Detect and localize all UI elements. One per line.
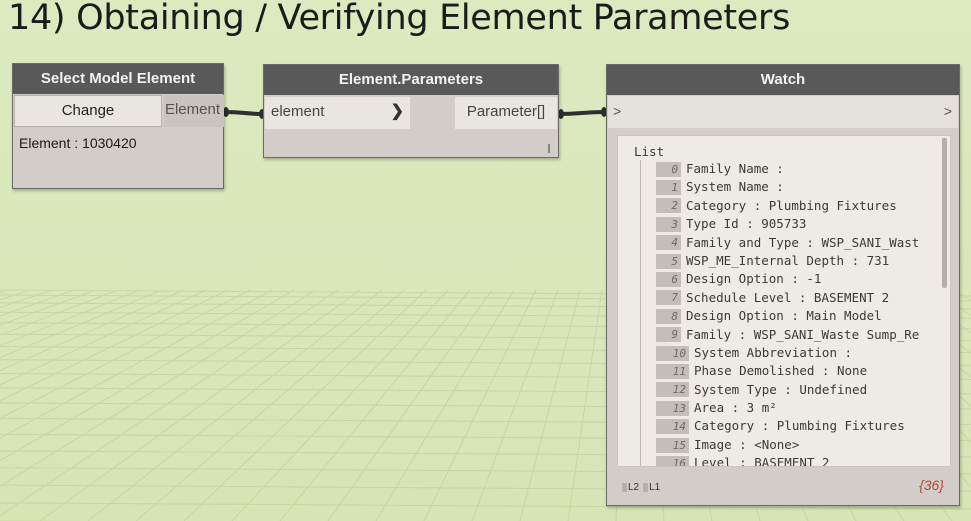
list-item: 3 Type Id : 905733	[656, 215, 938, 233]
list-item: 9 Family : WSP_SANI_Waste Sump_Re	[656, 326, 938, 344]
level-indicator: L2	[622, 482, 639, 493]
list-item: 8 Design Option : Main Model	[656, 307, 938, 325]
chevron-right-icon: ❯	[390, 103, 404, 120]
list-item: 0 Family Name :	[656, 160, 938, 178]
node-title[interactable]: Watch	[607, 65, 959, 95]
list-item-index: 10	[656, 345, 689, 361]
level-label: L1	[649, 482, 661, 493]
wire-parameters	[557, 110, 607, 116]
list-item: 14 Category : Plumbing Fixtures	[656, 417, 938, 435]
list-item-index: 2	[656, 198, 681, 214]
element-value: Element : 1030420	[19, 135, 137, 151]
watch-footer: L2 L1 {36}	[608, 470, 958, 504]
watch-input-port[interactable]: >	[613, 103, 621, 119]
list-item-text: Category : Plumbing Fixtures	[694, 418, 905, 434]
element-parameters-node[interactable]: Element.Parameters element ❯ Parameter[]	[263, 64, 559, 158]
change-button[interactable]: Change	[14, 95, 162, 127]
level-swatch-icon	[643, 483, 649, 492]
node-title[interactable]: Element.Parameters	[264, 65, 558, 95]
list-item-index: 8	[656, 308, 681, 324]
list-item-index: 7	[656, 290, 681, 306]
watch-ports: > >	[608, 96, 958, 128]
list-item-index: 3	[656, 216, 681, 232]
list-item-index: 9	[656, 327, 681, 343]
list-item-text: Design Option : -1	[686, 271, 822, 287]
list-levels: L2 L1	[622, 482, 660, 493]
list-item: 10 System Abbreviation :	[656, 344, 938, 362]
list-item: 6 Design Option : -1	[656, 270, 938, 288]
node-title[interactable]: Select Model Element	[13, 64, 223, 94]
watch-output-port[interactable]: >	[944, 103, 952, 119]
list-item-text: Image : <None>	[694, 436, 800, 452]
list-item: 4 Family and Type : WSP_SANI_Wast	[656, 234, 938, 252]
watch-preview-panel[interactable]: List 0 Family Name : 1 System Name : 2 Catego…	[617, 135, 951, 467]
list-item-text: System Name :	[686, 179, 784, 195]
list-item-index: 6	[656, 272, 681, 288]
list-item-text: Phase Demolished : None	[694, 363, 868, 379]
list-item-text: Level : BASEMENT 2	[694, 455, 830, 467]
list-item-index: 16	[656, 455, 689, 466]
input-port-label: element	[271, 103, 325, 120]
list-item: 5 WSP_ME_Internal Depth : 731	[656, 252, 938, 270]
list-item-text: Family and Type : WSP_SANI_Wast	[686, 234, 920, 250]
list-item-text: Family Name :	[686, 161, 784, 176]
list-item-index: 15	[656, 437, 689, 453]
list-item-text: Schedule Level : BASEMENT 2	[686, 289, 890, 305]
list-item-index: 0	[656, 161, 681, 177]
list-item-text: System Type : Undefined	[694, 381, 868, 397]
list-item: 1 System Name :	[656, 178, 938, 196]
list-item-text: System Abbreviation :	[694, 344, 853, 360]
list-items: 0 Family Name : 1 System Name : 2 Category : …	[656, 160, 938, 467]
list-item-text: Family : WSP_SANI_Waste Sump_Re	[686, 326, 920, 342]
list-item-index: 13	[656, 400, 689, 416]
vertical-scrollbar[interactable]	[942, 138, 947, 288]
select-model-element-node[interactable]: Select Model Element Change Element Elem…	[12, 63, 224, 189]
list-item: 15 Image : <None>	[656, 436, 938, 454]
list-item-index: 1	[656, 180, 681, 196]
level-swatch-icon	[622, 483, 627, 492]
list-item: 16 Level : BASEMENT 2	[656, 454, 938, 467]
list-item: 11 Phase Demolished : None	[656, 362, 938, 380]
parameters-output-port[interactable]: Parameter[]	[455, 97, 557, 129]
element-output-port[interactable]: Element	[164, 95, 224, 127]
list-item: 2 Category : Plumbing Fixtures	[656, 197, 938, 215]
list-item: 13 Area : 3 m²	[656, 399, 938, 417]
list-item-index: 14	[656, 419, 689, 435]
list-item-index: 11	[656, 363, 689, 379]
watch-node[interactable]: Watch > > List 0 Family Name : 1 System Nam…	[606, 64, 960, 506]
lacing-icon	[548, 144, 550, 153]
list-item-text: WSP_ME_Internal Depth : 731	[686, 252, 890, 268]
list-item: 7 Schedule Level : BASEMENT 2	[656, 289, 938, 307]
list-item-index: 4	[656, 235, 681, 251]
list-item-index: 12	[656, 382, 689, 398]
tree-line	[640, 160, 641, 466]
element-input-port[interactable]: element ❯	[265, 97, 410, 129]
list-label: List	[634, 144, 665, 159]
list-item-text: Type Id : 905733	[686, 216, 807, 232]
list-item-text: Category : Plumbing Fixtures	[686, 197, 897, 213]
list-item-text: Design Option : Main Model	[686, 308, 882, 324]
list-item-text: Area : 3 m²	[694, 400, 777, 416]
level-indicator: L1	[643, 482, 660, 493]
wire-element	[223, 110, 265, 116]
item-count: {36}	[919, 477, 944, 493]
list-item: 12 System Type : Undefined	[656, 381, 938, 399]
level-label: L2	[628, 482, 640, 493]
list-item-index: 5	[656, 253, 681, 269]
